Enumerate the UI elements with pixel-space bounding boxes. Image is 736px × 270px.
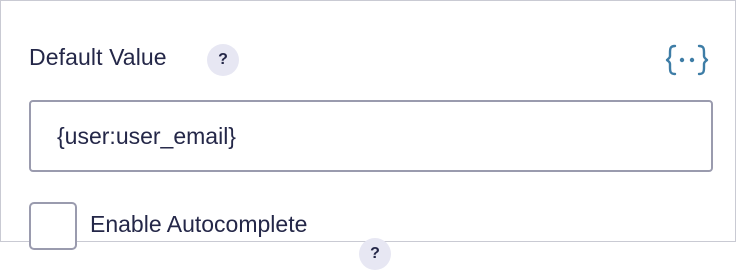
merge-tag-button[interactable]	[665, 43, 709, 77]
autocomplete-help-icon[interactable]: ?	[359, 238, 391, 270]
field-settings-panel: Default Value ? Enable Autocomplete ?	[0, 0, 736, 270]
default-value-input[interactable]	[29, 100, 713, 172]
enable-autocomplete-label[interactable]: Enable Autocomplete	[90, 210, 307, 238]
merge-tag-braces-icon	[665, 44, 709, 76]
default-value-label: Default Value	[29, 44, 167, 70]
default-value-help-icon[interactable]: ?	[207, 44, 239, 76]
enable-autocomplete-checkbox[interactable]	[29, 202, 77, 250]
